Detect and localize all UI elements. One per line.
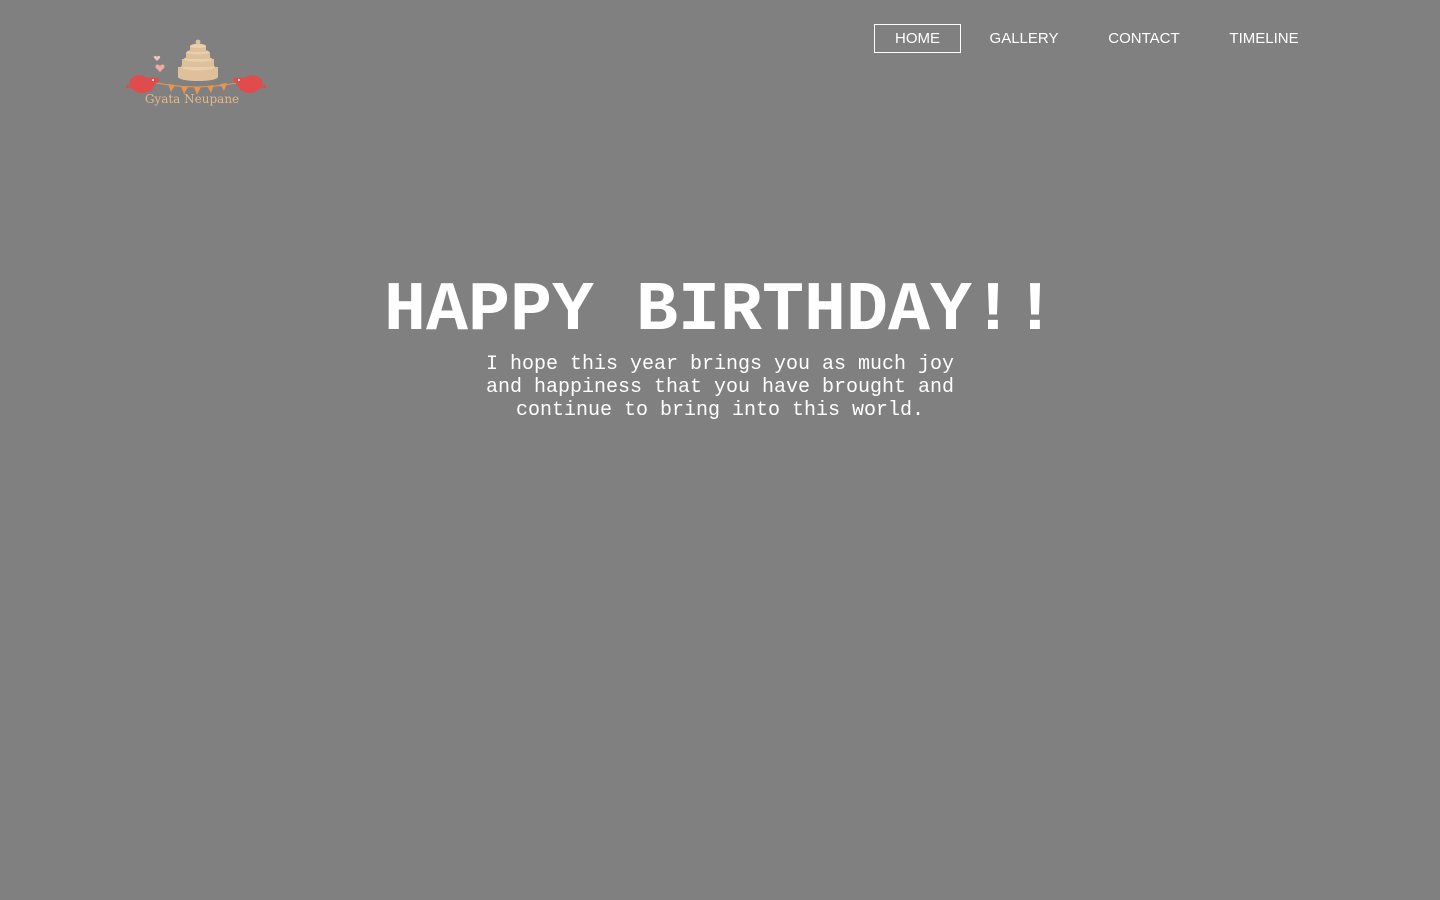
nav-gallery-link[interactable]: GALLERY [980, 24, 1068, 53]
nav-timeline-link[interactable]: TIMELINE [1220, 24, 1308, 53]
hero-message-line: continue to bring into this world. [515, 399, 925, 422]
hero-message: I hope this year brings you as much joy … [470, 353, 970, 422]
hero-message-line: and happiness that you have brought and [485, 376, 955, 399]
site-logo[interactable]: Gyata Neupane [126, 38, 266, 112]
hero-title: HAPPY BIRTHDAY!! [383, 272, 1057, 351]
nav-contact-link[interactable]: CONTACT [1098, 24, 1190, 53]
nav-home-link[interactable]: HOME [874, 24, 961, 53]
hero-message-line: I hope this year brings you as much joy [485, 353, 955, 376]
logo-text: Gyata Neupane [144, 92, 240, 106]
